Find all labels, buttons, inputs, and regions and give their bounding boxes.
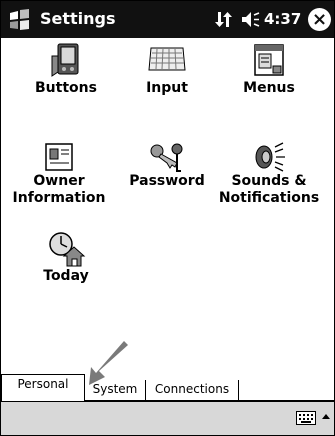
- settings-icon-grid: Buttons Input Menus Owner Information Pa…: [1, 38, 334, 368]
- item-password[interactable]: Password: [112, 141, 222, 190]
- item-buttons[interactable]: Buttons: [11, 42, 121, 97]
- settings-window: Settings 4:37 × Buttons Input Menus Owne…: [0, 0, 335, 436]
- password-keys-icon: [150, 143, 183, 172]
- gray-pointer-arrow-icon: [89, 341, 128, 385]
- up-arrow-icon[interactable]: [321, 410, 331, 424]
- keyboard-small-icon[interactable]: [296, 411, 316, 425]
- item-label: Password: [129, 173, 205, 189]
- tab-strip: Personal System Connections: [1, 374, 334, 402]
- keyboard-icon: [148, 47, 186, 71]
- owner-information-icon: [45, 143, 73, 171]
- windows-start-icon[interactable]: [8, 9, 30, 31]
- title-bar: Settings 4:37 ×: [1, 1, 334, 38]
- item-label: Input: [146, 80, 188, 96]
- item-label: Sounds & Notifications: [218, 173, 320, 206]
- close-button[interactable]: ×: [308, 8, 331, 31]
- volume-icon[interactable]: [241, 11, 260, 28]
- menus-icon: [254, 44, 284, 76]
- tab-personal[interactable]: Personal: [1, 374, 85, 402]
- connectivity-icon[interactable]: [214, 11, 233, 28]
- tab-connections[interactable]: Connections: [145, 380, 239, 401]
- item-input[interactable]: Input: [112, 42, 222, 97]
- item-menus[interactable]: Menus: [214, 42, 324, 97]
- speaker-icon: [255, 142, 285, 172]
- item-label: Owner Information: [12, 173, 106, 206]
- clock-time[interactable]: 4:37: [264, 10, 301, 28]
- item-label: Buttons: [35, 80, 97, 96]
- item-today[interactable]: Today: [11, 230, 121, 285]
- item-label: Menus: [243, 80, 295, 96]
- buttons-icon: [51, 43, 79, 77]
- window-title: Settings: [40, 9, 116, 28]
- item-owner-information[interactable]: Owner Information: [1, 141, 121, 207]
- item-label: Today: [43, 268, 89, 284]
- item-sounds-notifications[interactable]: Sounds & Notifications: [214, 141, 324, 207]
- command-bar: [1, 401, 334, 435]
- today-icon: [49, 232, 86, 267]
